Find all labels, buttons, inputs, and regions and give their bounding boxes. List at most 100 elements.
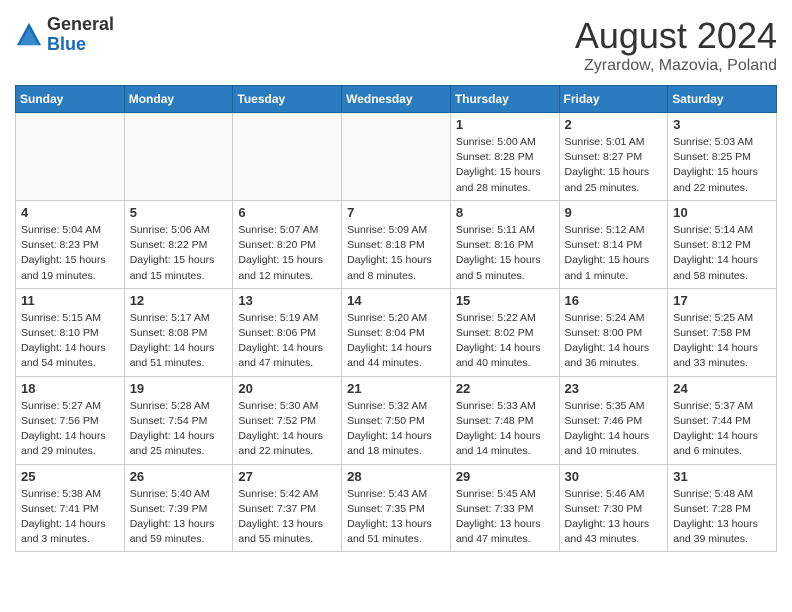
calendar-cell: 28 Sunrise: 5:43 AM Sunset: 7:35 PM Dayli… xyxy=(342,464,451,552)
calendar-cell: 12Sunrise: 5:17 AM Sunset: 8:08 PM Dayli… xyxy=(124,288,233,376)
day-info: Sunrise: 5:43 AM Sunset: 7:35 PM Dayligh… xyxy=(347,487,445,548)
calendar-cell: 3 Sunrise: 5:03 AM Sunset: 8:25 PM Daylig… xyxy=(668,113,777,201)
day-number: 1 xyxy=(456,117,554,132)
day-number: 5 xyxy=(130,205,228,220)
logo-icon xyxy=(15,21,43,49)
calendar-cell: 29Sunrise: 5:45 AM Sunset: 7:33 PM Dayli… xyxy=(450,464,559,552)
calendar-cell: 31 Sunrise: 5:48 AM Sunset: 7:28 PM Dayli… xyxy=(668,464,777,552)
calendar-week-row: 4 Sunrise: 5:04 AM Sunset: 8:23 PM Daylig… xyxy=(16,200,777,288)
day-info: Sunrise: 5:07 AM Sunset: 8:20 PM Dayligh… xyxy=(238,223,336,284)
logo-blue-text: Blue xyxy=(47,34,86,54)
calendar-table: SundayMondayTuesdayWednesdayThursdayFrid… xyxy=(15,85,777,552)
day-info: Sunrise: 5:11 AM Sunset: 8:16 PM Dayligh… xyxy=(456,223,554,284)
calendar-header-row: SundayMondayTuesdayWednesdayThursdayFrid… xyxy=(16,86,777,113)
calendar-cell: 20Sunrise: 5:30 AM Sunset: 7:52 PM Dayli… xyxy=(233,376,342,464)
day-number: 21 xyxy=(347,381,445,396)
calendar-cell: 8 Sunrise: 5:11 AM Sunset: 8:16 PM Daylig… xyxy=(450,200,559,288)
day-number: 18 xyxy=(21,381,119,396)
calendar-cell: 18 Sunrise: 5:27 AM Sunset: 7:56 PM Dayli… xyxy=(16,376,125,464)
calendar-cell: 17Sunrise: 5:25 AM Sunset: 7:58 PM Dayli… xyxy=(668,288,777,376)
logo-general-text: General xyxy=(47,14,114,34)
day-of-week-header: Thursday xyxy=(450,86,559,113)
day-number: 17 xyxy=(673,293,771,308)
location-subtitle: Zyrardow, Mazovia, Poland xyxy=(575,57,777,75)
calendar-cell: 27 Sunrise: 5:42 AM Sunset: 7:37 PM Dayli… xyxy=(233,464,342,552)
day-info: Sunrise: 5:20 AM Sunset: 8:04 PM Dayligh… xyxy=(347,311,445,372)
day-number: 14 xyxy=(347,293,445,308)
calendar-cell: 10 Sunrise: 5:14 AM Sunset: 8:12 PM Dayli… xyxy=(668,200,777,288)
month-title: August 2024 xyxy=(575,15,777,57)
day-info: Sunrise: 5:33 AM Sunset: 7:48 PM Dayligh… xyxy=(456,399,554,460)
calendar-cell: 21 Sunrise: 5:32 AM Sunset: 7:50 PM Dayli… xyxy=(342,376,451,464)
day-info: Sunrise: 5:19 AM Sunset: 8:06 PM Dayligh… xyxy=(238,311,336,372)
day-info: Sunrise: 5:35 AM Sunset: 7:46 PM Dayligh… xyxy=(565,399,663,460)
day-info: Sunrise: 5:22 AM Sunset: 8:02 PM Dayligh… xyxy=(456,311,554,372)
calendar-cell: 24Sunrise: 5:37 AM Sunset: 7:44 PM Dayli… xyxy=(668,376,777,464)
day-number: 11 xyxy=(21,293,119,308)
calendar-cell: 4 Sunrise: 5:04 AM Sunset: 8:23 PM Daylig… xyxy=(16,200,125,288)
calendar-cell: 22 Sunrise: 5:33 AM Sunset: 7:48 PM Dayli… xyxy=(450,376,559,464)
calendar-cell: 6 Sunrise: 5:07 AM Sunset: 8:20 PM Daylig… xyxy=(233,200,342,288)
calendar-week-row: 1 Sunrise: 5:00 AM Sunset: 8:28 PM Daylig… xyxy=(16,113,777,201)
day-number: 10 xyxy=(673,205,771,220)
calendar-week-row: 11 Sunrise: 5:15 AM Sunset: 8:10 PM Dayli… xyxy=(16,288,777,376)
calendar-week-row: 18 Sunrise: 5:27 AM Sunset: 7:56 PM Dayli… xyxy=(16,376,777,464)
day-info: Sunrise: 5:48 AM Sunset: 7:28 PM Dayligh… xyxy=(673,487,771,548)
day-info: Sunrise: 5:12 AM Sunset: 8:14 PM Dayligh… xyxy=(565,223,663,284)
day-info: Sunrise: 5:04 AM Sunset: 8:23 PM Dayligh… xyxy=(21,223,119,284)
day-number: 23 xyxy=(565,381,663,396)
day-number: 28 xyxy=(347,469,445,484)
calendar-week-row: 25 Sunrise: 5:38 AM Sunset: 7:41 PM Dayli… xyxy=(16,464,777,552)
day-number: 12 xyxy=(130,293,228,308)
day-number: 3 xyxy=(673,117,771,132)
day-info: Sunrise: 5:06 AM Sunset: 8:22 PM Dayligh… xyxy=(130,223,228,284)
day-info: Sunrise: 5:03 AM Sunset: 8:25 PM Dayligh… xyxy=(673,135,771,196)
day-info: Sunrise: 5:42 AM Sunset: 7:37 PM Dayligh… xyxy=(238,487,336,548)
calendar-cell: 11 Sunrise: 5:15 AM Sunset: 8:10 PM Dayli… xyxy=(16,288,125,376)
day-number: 20 xyxy=(238,381,336,396)
calendar-cell: 13 Sunrise: 5:19 AM Sunset: 8:06 PM Dayli… xyxy=(233,288,342,376)
day-info: Sunrise: 5:40 AM Sunset: 7:39 PM Dayligh… xyxy=(130,487,228,548)
day-number: 19 xyxy=(130,381,228,396)
day-info: Sunrise: 5:32 AM Sunset: 7:50 PM Dayligh… xyxy=(347,399,445,460)
day-info: Sunrise: 5:38 AM Sunset: 7:41 PM Dayligh… xyxy=(21,487,119,548)
day-info: Sunrise: 5:28 AM Sunset: 7:54 PM Dayligh… xyxy=(130,399,228,460)
calendar-cell: 7 Sunrise: 5:09 AM Sunset: 8:18 PM Daylig… xyxy=(342,200,451,288)
day-info: Sunrise: 5:15 AM Sunset: 8:10 PM Dayligh… xyxy=(21,311,119,372)
day-info: Sunrise: 5:14 AM Sunset: 8:12 PM Dayligh… xyxy=(673,223,771,284)
day-of-week-header: Friday xyxy=(559,86,668,113)
day-info: Sunrise: 5:46 AM Sunset: 7:30 PM Dayligh… xyxy=(565,487,663,548)
calendar-cell: 25 Sunrise: 5:38 AM Sunset: 7:41 PM Dayli… xyxy=(16,464,125,552)
calendar-cell: 23 Sunrise: 5:35 AM Sunset: 7:46 PM Dayli… xyxy=(559,376,668,464)
day-number: 30 xyxy=(565,469,663,484)
calendar-cell xyxy=(342,113,451,201)
day-number: 25 xyxy=(21,469,119,484)
day-of-week-header: Tuesday xyxy=(233,86,342,113)
day-number: 16 xyxy=(565,293,663,308)
day-info: Sunrise: 5:45 AM Sunset: 7:33 PM Dayligh… xyxy=(456,487,554,548)
day-info: Sunrise: 5:27 AM Sunset: 7:56 PM Dayligh… xyxy=(21,399,119,460)
day-info: Sunrise: 5:00 AM Sunset: 8:28 PM Dayligh… xyxy=(456,135,554,196)
day-info: Sunrise: 5:09 AM Sunset: 8:18 PM Dayligh… xyxy=(347,223,445,284)
day-info: Sunrise: 5:37 AM Sunset: 7:44 PM Dayligh… xyxy=(673,399,771,460)
calendar-cell: 15Sunrise: 5:22 AM Sunset: 8:02 PM Dayli… xyxy=(450,288,559,376)
calendar-cell: 14 Sunrise: 5:20 AM Sunset: 8:04 PM Dayli… xyxy=(342,288,451,376)
day-of-week-header: Monday xyxy=(124,86,233,113)
day-number: 27 xyxy=(238,469,336,484)
day-number: 9 xyxy=(565,205,663,220)
page-header: General Blue August 2024 Zyrardow, Mazov… xyxy=(15,15,777,75)
day-number: 31 xyxy=(673,469,771,484)
day-of-week-header: Saturday xyxy=(668,86,777,113)
day-number: 13 xyxy=(238,293,336,308)
day-info: Sunrise: 5:01 AM Sunset: 8:27 PM Dayligh… xyxy=(565,135,663,196)
day-number: 22 xyxy=(456,381,554,396)
day-number: 4 xyxy=(21,205,119,220)
day-number: 7 xyxy=(347,205,445,220)
title-block: August 2024 Zyrardow, Mazovia, Poland xyxy=(575,15,777,75)
calendar-cell: 9 Sunrise: 5:12 AM Sunset: 8:14 PM Daylig… xyxy=(559,200,668,288)
day-number: 26 xyxy=(130,469,228,484)
calendar-cell xyxy=(16,113,125,201)
day-number: 6 xyxy=(238,205,336,220)
day-info: Sunrise: 5:24 AM Sunset: 8:00 PM Dayligh… xyxy=(565,311,663,372)
day-number: 8 xyxy=(456,205,554,220)
